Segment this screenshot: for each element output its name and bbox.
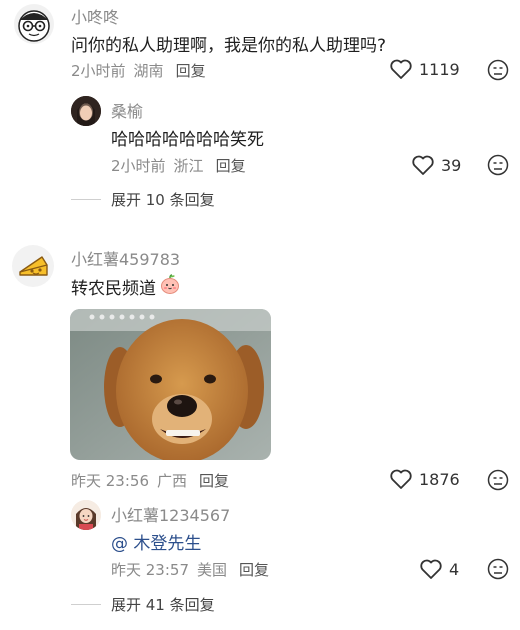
comment-meta: 昨天 23:56 广西 回复 [71,470,229,491]
reply-location: 浙江 [173,157,204,175]
like-button[interactable]: 1119 [389,58,460,80]
comment-text: 问你的私人助理啊，我是你的私人助理吗? [71,36,387,56]
avatar[interactable] [14,4,54,44]
like-count: 1119 [419,59,460,79]
reply-author[interactable]: 桑榆 [111,98,143,122]
like-button[interactable]: 4 [419,558,459,580]
reply-meta: 昨天 23:57 美国 回复 [111,559,269,580]
expand-replies-button[interactable]: 展开 41 条回复 [71,594,215,615]
like-count: 1876 [419,469,460,489]
reply-avatar[interactable] [71,96,101,126]
comment-location: 湖南 [133,62,164,80]
frown-face-icon [487,558,509,580]
expand-replies-label: 展开 41 条回复 [111,596,215,614]
divider [71,604,101,605]
reply-time: 2小时前 [111,157,166,175]
girl-portrait-icon [71,96,101,126]
expand-replies-label: 展开 10 条回复 [111,191,215,209]
frown-face-icon [487,469,509,491]
comment-text: 转农民频道 [71,273,181,300]
dislike-button[interactable] [487,154,509,180]
like-count: 39 [441,155,462,175]
cheese-icon [19,256,48,276]
comment-time: 昨天 23:56 [71,472,149,490]
reply-button[interactable]: 回复 [239,561,269,579]
like-count: 4 [449,559,460,579]
heart-icon [390,469,412,489]
reply-button[interactable]: 回复 [199,472,229,490]
heart-icon [420,559,442,579]
reply-button[interactable]: 回复 [216,157,246,175]
reply-text: 哈哈哈哈哈哈哈笑死 [111,130,264,150]
reply-author[interactable]: 小红薯1234567 [111,502,230,526]
like-button[interactable]: 1876 [389,468,460,490]
dislike-button[interactable] [487,59,509,85]
comment-author[interactable]: 小红薯459783 [71,246,180,270]
peach-face-emoji-icon [159,273,181,300]
reply-meta: 2小时前 浙江 回复 [111,155,246,176]
comment-author[interactable]: 小咚咚 [71,4,119,28]
like-button[interactable]: 39 [411,154,461,176]
reply-time: 昨天 23:57 [111,561,189,579]
dislike-button[interactable] [487,558,509,584]
smiling-golden-retriever-photo-icon[interactable] [70,309,271,460]
reply-location: 美国 [197,561,228,579]
reply-mention-link[interactable]: @ 木登先生 [111,529,201,554]
reply-avatar[interactable] [71,500,101,530]
comment-location: 广西 [157,472,188,490]
frown-face-icon [487,154,509,176]
cartoon-girl-portrait-icon [71,500,101,530]
comment-meta: 2小时前 湖南 回复 [71,60,206,81]
divider [71,199,101,200]
avatar[interactable] [12,245,54,287]
frown-face-icon [487,59,509,81]
reply-button[interactable]: 回复 [176,62,206,80]
expand-replies-button[interactable]: 展开 10 条回复 [71,189,215,210]
comment-text-content: 转农民频道 [71,279,156,299]
heart-icon [390,59,412,79]
dislike-button[interactable] [487,469,509,495]
comment-time: 2小时前 [71,62,126,80]
heart-icon [412,155,434,175]
cartoon-glasses-face-icon [18,10,50,42]
